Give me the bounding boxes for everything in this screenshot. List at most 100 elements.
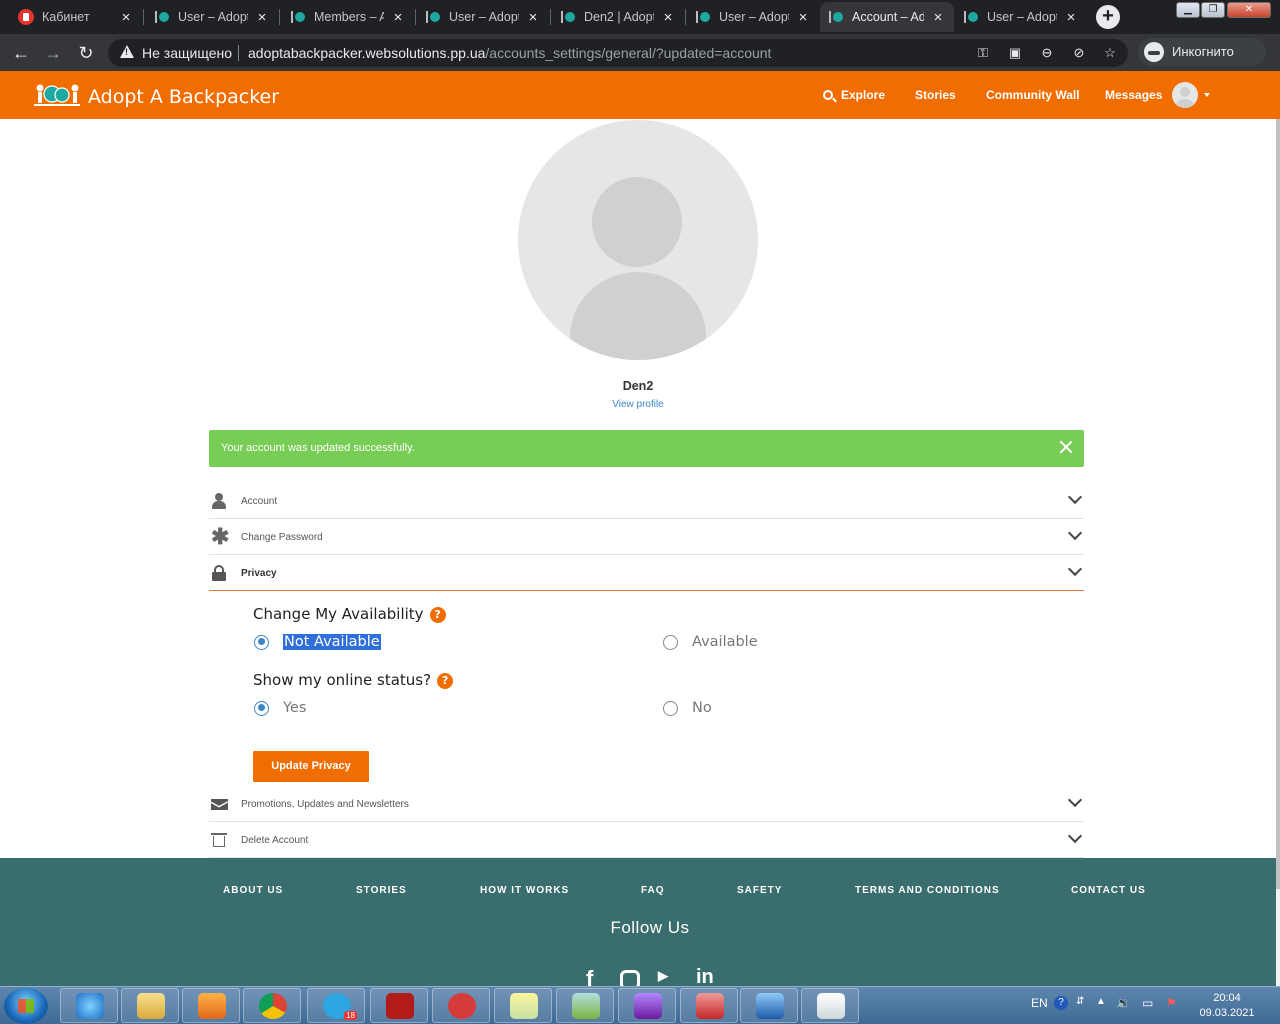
url-text[interactable]: adoptabackpacker.websolutions.pp.ua/acco…: [248, 45, 771, 61]
radio-button[interactable]: [663, 700, 678, 716]
help-icon[interactable]: ?: [437, 673, 454, 689]
radio-button[interactable]: [254, 634, 269, 650]
show-hidden-icons-icon[interactable]: ▲: [1096, 996, 1106, 1007]
document-app-icon[interactable]: [801, 988, 859, 1023]
incognito-indicator[interactable]: Инкогнито: [1138, 38, 1266, 66]
radio-not-available[interactable]: Not Available: [254, 632, 381, 652]
chevron-down-icon[interactable]: [1067, 489, 1083, 505]
kaspersky-icon[interactable]: [680, 988, 738, 1023]
nav-explore[interactable]: Explore: [841, 88, 885, 102]
youtube-icon[interactable]: ▶: [658, 968, 668, 984]
purple-app-icon[interactable]: [618, 988, 676, 1023]
maximize-window-button[interactable]: ❐: [1201, 2, 1225, 18]
telegram-icon[interactable]: 18: [307, 988, 365, 1023]
radio-online-no[interactable]: No: [663, 698, 712, 718]
sticky-notes-icon[interactable]: [494, 988, 552, 1023]
section-delete-account[interactable]: Delete Account: [209, 822, 1084, 858]
file-explorer-icon[interactable]: [121, 988, 179, 1023]
radio-label[interactable]: Available: [692, 634, 758, 650]
tray-settings-icon[interactable]: ⇵: [1076, 996, 1084, 1007]
radio-label[interactable]: Yes: [283, 700, 306, 716]
help-icon[interactable]: ?: [1054, 996, 1068, 1010]
security-status[interactable]: Не защищено: [142, 45, 232, 61]
footer-link-how-it-works[interactable]: HOW IT WORKS: [480, 885, 569, 896]
footer-link-safety[interactable]: SAFETY: [737, 885, 782, 896]
reload-icon[interactable]: ↻: [73, 40, 99, 66]
translate-icon[interactable]: ▣: [1006, 44, 1024, 62]
footer-link-contact[interactable]: CONTACT US: [1071, 885, 1146, 896]
help-icon[interactable]: ?: [429, 607, 446, 623]
close-icon[interactable]: ×: [525, 9, 541, 26]
notepad-plus-icon[interactable]: [556, 988, 614, 1023]
back-arrow-icon[interactable]: ←: [8, 40, 34, 66]
section-account[interactable]: Account: [209, 483, 1084, 519]
section-promotions[interactable]: Promotions, Updates and Newsletters: [209, 786, 1084, 822]
radio-online-yes[interactable]: Yes: [254, 698, 306, 718]
search-icon[interactable]: [823, 90, 833, 100]
warning-icon[interactable]: [120, 45, 134, 58]
footer-link-terms[interactable]: TERMS AND CONDITIONS: [855, 885, 1000, 896]
radio-label[interactable]: No: [692, 700, 712, 716]
minimize-window-button[interactable]: ▁: [1176, 2, 1200, 18]
radio-button[interactable]: [663, 634, 678, 650]
footer-link-faq[interactable]: FAQ: [641, 885, 665, 896]
section-privacy[interactable]: Privacy: [209, 555, 1084, 591]
nav-community-wall[interactable]: Community Wall: [986, 88, 1080, 102]
star-icon[interactable]: ☆: [1101, 44, 1119, 62]
close-icon[interactable]: ×: [930, 9, 946, 26]
instagram-icon[interactable]: [620, 970, 640, 986]
close-icon[interactable]: [1058, 439, 1074, 455]
browser-tab[interactable]: Den2 | Adopt ×: [552, 2, 684, 32]
browser-tab[interactable]: User – Adopt ×: [955, 2, 1087, 32]
zoom-icon[interactable]: ⊖: [1038, 44, 1056, 62]
browser-tab[interactable]: Кабинет ×: [10, 2, 142, 32]
key-icon[interactable]: ⚿: [974, 44, 992, 62]
section-change-password[interactable]: ✱ Change Password: [209, 519, 1084, 555]
eye-off-icon[interactable]: ⊘: [1070, 44, 1088, 62]
user-avatar[interactable]: [1172, 82, 1198, 108]
filezilla-icon[interactable]: [370, 988, 428, 1023]
browser-tab[interactable]: Members – A ×: [282, 2, 414, 32]
radio-available[interactable]: Available: [663, 632, 758, 652]
chevron-down-icon[interactable]: [1067, 561, 1083, 577]
close-icon[interactable]: ×: [1063, 9, 1079, 26]
internet-explorer-icon[interactable]: [60, 988, 118, 1023]
page-scrollbar[interactable]: [1276, 119, 1280, 986]
address-bar[interactable]: Не защищено adoptabackpacker.websolution…: [108, 39, 1128, 67]
chevron-down-icon[interactable]: [1067, 792, 1083, 808]
view-profile-link[interactable]: View profile: [0, 399, 1276, 410]
radio-label[interactable]: Not Available: [283, 634, 381, 650]
radio-button[interactable]: [254, 700, 269, 716]
browser-tab[interactable]: User – Adopt ×: [417, 2, 549, 32]
action-center-icon[interactable]: ⚑: [1166, 996, 1177, 1010]
browser-tab[interactable]: User – Adopt ×: [146, 2, 278, 32]
language-indicator[interactable]: EN: [1031, 996, 1048, 1010]
close-icon[interactable]: ×: [660, 9, 676, 26]
nav-stories[interactable]: Stories: [915, 88, 956, 102]
forward-arrow-icon[interactable]: →: [40, 40, 66, 66]
close-icon[interactable]: ×: [795, 9, 811, 26]
linkedin-icon[interactable]: in: [696, 966, 714, 986]
close-window-button[interactable]: ✕: [1227, 2, 1271, 18]
chevron-down-icon[interactable]: [1067, 525, 1083, 541]
system-clock[interactable]: 20:04 09.03.2021: [1192, 991, 1262, 1021]
new-tab-button[interactable]: +: [1096, 5, 1120, 29]
browser-tab[interactable]: User – Adopt ×: [687, 2, 819, 32]
close-icon[interactable]: ×: [118, 9, 134, 26]
browser-tab-active[interactable]: Account – Ad ×: [820, 2, 954, 32]
site-name[interactable]: Adopt A Backpacker: [88, 86, 279, 108]
chat-app-icon[interactable]: [432, 988, 490, 1023]
close-icon[interactable]: ×: [254, 9, 270, 26]
close-icon[interactable]: ×: [390, 9, 406, 26]
word-icon[interactable]: [740, 988, 798, 1023]
chevron-down-icon[interactable]: [1067, 828, 1083, 844]
chrome-icon[interactable]: [243, 988, 301, 1023]
media-player-icon[interactable]: [182, 988, 240, 1023]
nav-messages[interactable]: Messages: [1105, 88, 1162, 102]
update-privacy-button[interactable]: Update Privacy: [253, 751, 369, 782]
footer-link-stories[interactable]: STORIES: [356, 885, 407, 896]
facebook-icon[interactable]: f: [586, 966, 593, 986]
caret-down-icon[interactable]: [1204, 93, 1210, 97]
start-button[interactable]: [4, 988, 48, 1024]
site-logo-icon[interactable]: [32, 83, 82, 109]
